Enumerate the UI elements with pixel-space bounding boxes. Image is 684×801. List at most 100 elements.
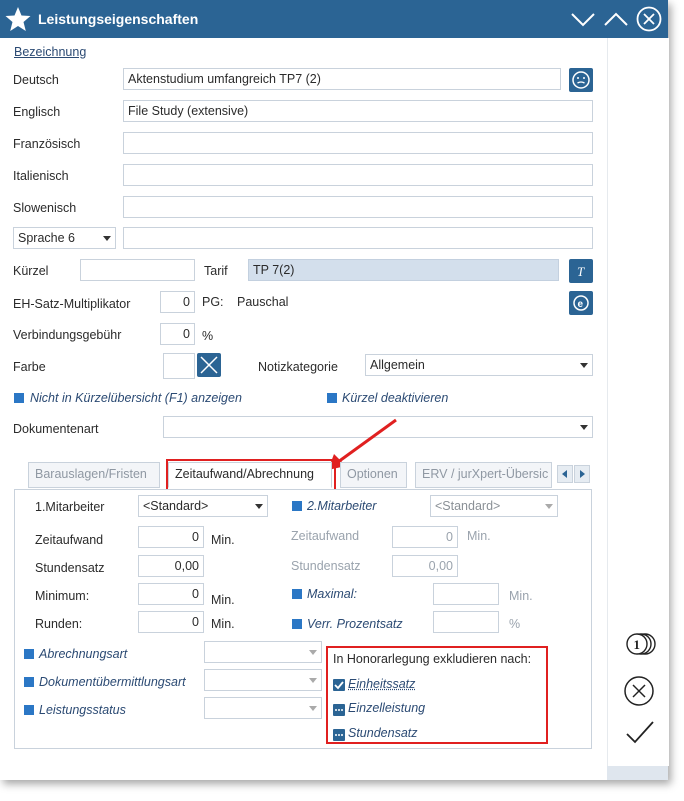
sprache-input[interactable] (123, 227, 593, 249)
chevron-left-icon (562, 470, 567, 478)
browser-button[interactable]: e (569, 291, 593, 315)
runden-input[interactable]: 0 (138, 611, 204, 633)
chevron-down-icon (580, 425, 588, 430)
stundensatz-input[interactable]: 0,00 (138, 555, 204, 577)
abrechnungsart-select[interactable] (204, 641, 322, 663)
verr-input[interactable] (433, 611, 499, 633)
mitarbeiter2-select[interactable]: <Standard> (430, 495, 558, 517)
minimum-input[interactable]: 0 (138, 583, 204, 605)
percent-label: % (202, 329, 214, 343)
eh-input[interactable]: 0 (160, 291, 195, 313)
chevron-down-icon (103, 236, 111, 241)
window: Leistungseigenschaften Bezeichnung Deuts… (0, 0, 669, 780)
chevron-up-icon[interactable] (603, 6, 629, 32)
abrechnungsart-label: Abrechnungsart (39, 647, 128, 661)
notiz-select[interactable]: Allgemein (365, 354, 593, 376)
maximal-input[interactable] (433, 583, 499, 605)
mitarbeiter1-label: 1.Mitarbeiter (35, 500, 105, 514)
chevron-down-icon (309, 650, 317, 655)
tab-scroll-left[interactable] (557, 465, 573, 483)
zeitaufwand2-input[interactable]: 0 (392, 526, 458, 548)
tab-optionen[interactable]: Optionen (340, 462, 407, 488)
italienisch-input[interactable] (123, 164, 593, 186)
checkbox-leistungsstatus[interactable] (24, 705, 34, 715)
tarif-t-icon: T (577, 264, 585, 279)
leistungsstatus-select[interactable] (204, 697, 322, 719)
mitarbeiter2-value: <Standard> (435, 499, 501, 513)
notiz-label: Notizkategorie (258, 360, 338, 374)
leistungsstatus-label: Leistungsstatus (39, 703, 126, 717)
nicht-in-kuerzel-label: Nicht in Kürzelübersicht (F1) anzeigen (30, 391, 242, 405)
action-bar: 1 (607, 38, 669, 766)
verr-label: Verr. Prozentsatz (307, 617, 403, 631)
tarif-input[interactable]: TP 7(2) (248, 259, 559, 281)
titlebar: Leistungseigenschaften (0, 0, 668, 38)
chevron-down-icon[interactable] (570, 6, 596, 32)
close-icon[interactable] (636, 6, 662, 32)
maximal-label: Maximal: (307, 587, 358, 601)
confirm-check-icon[interactable] (625, 720, 655, 746)
chevron-down-icon (309, 706, 317, 711)
translate-button[interactable] (569, 68, 593, 92)
verbindung-input[interactable]: 0 (160, 323, 195, 345)
chevron-down-icon (580, 363, 588, 368)
chevron-down-icon (309, 678, 317, 683)
runden-unit: Min. (211, 617, 235, 631)
deutsch-input[interactable]: Aktenstudium umfangreich TP7 (2) (123, 68, 561, 90)
chevron-down-icon (255, 504, 263, 509)
sprache-select-value: Sprache 6 (18, 231, 75, 245)
stundensatz2-input[interactable]: 0,00 (392, 555, 458, 577)
pg-value: Pauschal (237, 295, 289, 309)
minimum-label: Minimum: (35, 589, 90, 603)
maximal-unit: Min. (509, 589, 533, 603)
checkbox-maximal[interactable] (292, 589, 302, 599)
color-swatch[interactable] (163, 353, 195, 379)
checkbox-abrechnungsart[interactable] (24, 649, 34, 659)
x-icon (200, 356, 218, 374)
minimum-unit: Min. (211, 593, 235, 607)
englisch-label: Englisch (13, 105, 61, 119)
coins-icon[interactable]: 1 (623, 630, 659, 658)
farbe-label: Farbe (13, 360, 46, 374)
bezeichnung-label[interactable]: Bezeichnung (14, 45, 86, 59)
mitarbeiter1-select[interactable]: <Standard> (138, 495, 268, 517)
kuerzel-input[interactable] (80, 259, 195, 281)
pg-label: PG: (202, 295, 224, 309)
zeitaufwand-label: Zeitaufwand (35, 533, 104, 547)
tab-barauslagen[interactable]: Barauslagen/Fristen (28, 462, 160, 488)
slowenisch-input[interactable] (123, 196, 593, 218)
honorar-highlight-box (326, 646, 548, 744)
clear-color-button[interactable] (197, 353, 221, 377)
sprache-select[interactable]: Sprache 6 (13, 227, 116, 249)
dokumentuebermittlung-select[interactable] (204, 669, 322, 691)
zeitaufwand-input[interactable]: 0 (138, 526, 204, 548)
stundensatz2-label: Stundensatz (291, 559, 361, 573)
tab-erv[interactable]: ERV / jurXpert-Übersic (415, 462, 552, 488)
deutsch-label: Deutsch (13, 73, 59, 87)
mitarbeiter2-label: 2.Mitarbeiter (307, 499, 377, 513)
stundensatz-label: Stundensatz (35, 561, 105, 575)
globe-e-icon: e (573, 295, 589, 311)
tab-scroll-right[interactable] (574, 465, 590, 483)
cancel-icon[interactable] (623, 675, 655, 707)
checkbox-verr[interactable] (292, 619, 302, 629)
franzoesisch-input[interactable] (123, 132, 593, 154)
dokumentuebermittlung-label: Dokumentübermittlungsart (39, 675, 186, 689)
franzoesisch-label: Französisch (13, 137, 81, 151)
checkbox-kuerzel-deaktivieren[interactable] (327, 393, 337, 403)
face-icon (572, 71, 590, 89)
slowenisch-label: Slowenisch (13, 201, 77, 215)
zeitaufwand2-unit: Min. (467, 529, 491, 543)
notiz-select-value: Allgemein (370, 358, 425, 372)
dokumentenart-label: Dokumentenart (13, 422, 99, 436)
checkbox-mitarbeiter2[interactable] (292, 501, 302, 511)
englisch-input[interactable]: File Study (extensive) (123, 100, 593, 122)
chevron-right-icon (580, 470, 585, 478)
italienisch-label: Italienisch (13, 169, 69, 183)
checkbox-nicht-in-kuerzel[interactable] (14, 393, 24, 403)
svg-text:1: 1 (634, 637, 641, 652)
checkbox-dokumentuebermittlung[interactable] (24, 677, 34, 687)
tarif-label: Tarif (204, 264, 228, 278)
verr-unit: % (509, 617, 521, 631)
tarif-button[interactable]: T (569, 259, 593, 283)
